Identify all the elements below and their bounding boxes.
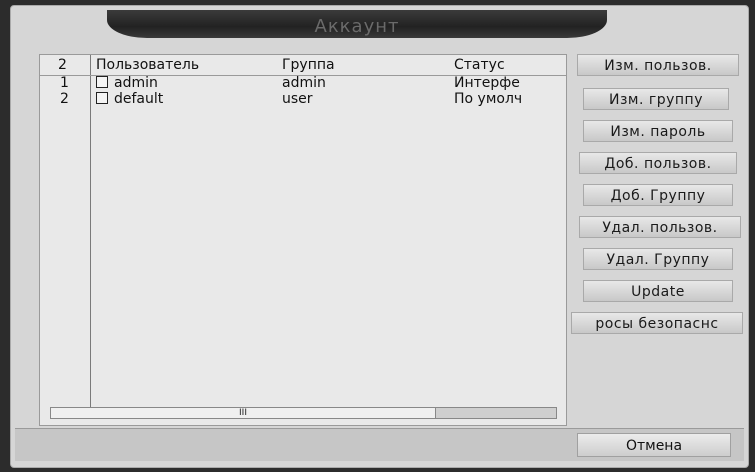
table-header: 2 Пользователь Группа Статус [40, 55, 566, 76]
scrollbar-thumb[interactable]: III [51, 408, 436, 418]
row-index: 1 [60, 75, 69, 91]
row-group: admin [282, 75, 326, 91]
row-index: 2 [60, 91, 69, 107]
header-group[interactable]: Группа [282, 57, 335, 73]
add-group-button[interactable]: Доб. Группу [583, 184, 733, 206]
add-user-button[interactable]: Доб. пользов. [579, 152, 737, 174]
user-name: default [114, 91, 164, 107]
column-divider [90, 55, 91, 415]
row-user: default [96, 91, 163, 107]
user-name: admin [114, 75, 158, 91]
row-checkbox[interactable] [96, 92, 108, 104]
modify-user-button[interactable]: Изм. пользов. [577, 54, 739, 76]
row-group: user [282, 91, 313, 107]
header-count: 2 [58, 57, 67, 73]
modify-group-button[interactable]: Изм. группу [583, 88, 729, 110]
security-questions-button[interactable]: росы безопаснс [571, 312, 743, 334]
bottom-bar: Отмена [15, 428, 744, 461]
row-checkbox[interactable] [96, 76, 108, 88]
delete-user-button[interactable]: Удал. пользов. [579, 216, 741, 238]
user-table: 2 Пользователь Группа Статус 1 admin adm… [39, 54, 567, 426]
dialog-title: Аккаунт [107, 10, 607, 38]
modify-password-button[interactable]: Изм. пароль [583, 120, 733, 142]
header-user[interactable]: Пользователь [96, 57, 199, 73]
horizontal-scrollbar[interactable]: III [50, 407, 557, 419]
row-status: По умолч [454, 91, 523, 107]
header-status[interactable]: Статус [454, 57, 564, 73]
account-dialog: Аккаунт 2 Пользователь Группа Статус 1 a… [10, 5, 749, 468]
row-user: admin [96, 75, 158, 91]
delete-group-button[interactable]: Удал. Группу [583, 248, 733, 270]
cancel-button[interactable]: Отмена [577, 433, 731, 457]
row-status: Интерфе [454, 75, 520, 91]
update-button[interactable]: Update [583, 280, 733, 302]
